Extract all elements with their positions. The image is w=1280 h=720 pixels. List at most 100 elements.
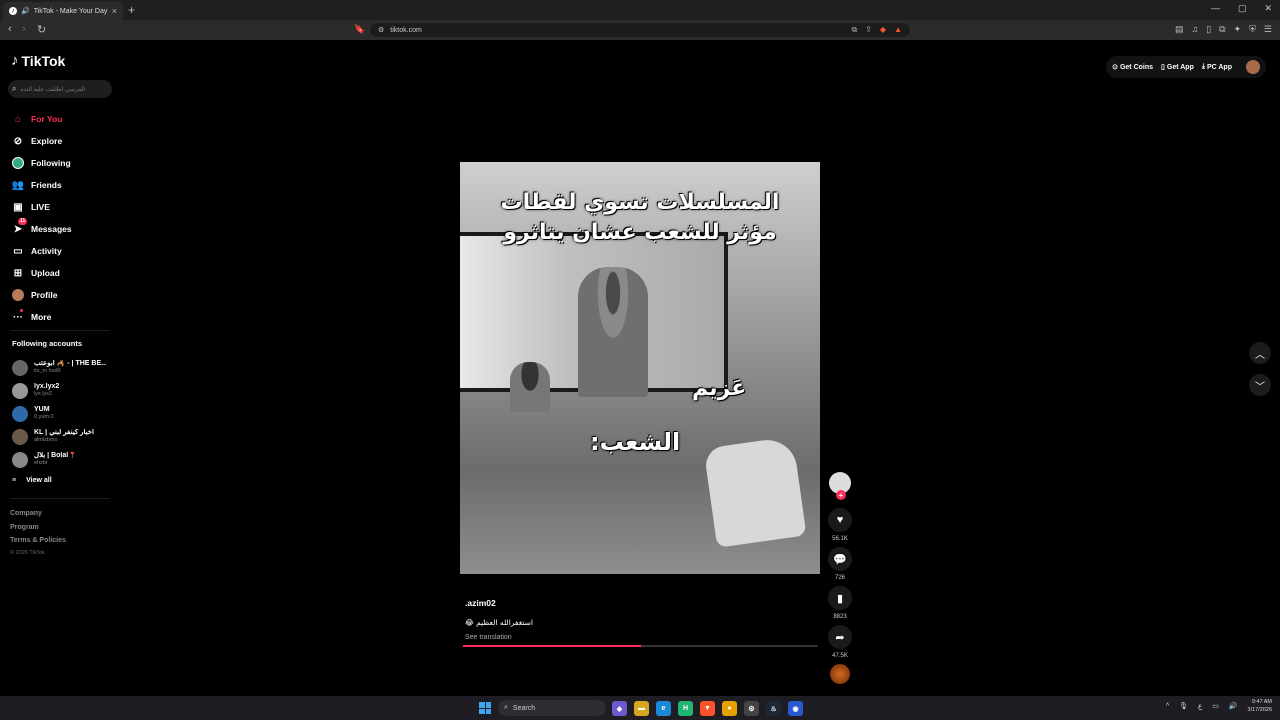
messages-badge: 11 [18,218,28,225]
avatar [12,382,28,399]
brave-shields-icon[interactable]: ◆ [880,25,886,35]
music-disc-icon[interactable] [830,664,850,684]
network-icon[interactable]: ▭ [1212,702,1219,710]
program-link[interactable]: Program [10,521,66,535]
account-username: its_m.hsd0 [34,368,61,374]
share-icon[interactable]: ⇪ [865,25,872,35]
list-item[interactable]: ابوعتب 🦂 - | THE BE... its_m.hsd0 [12,356,110,379]
video-player[interactable]: المسلسلات تسوي لقطات مؤثر للشعب عشان يتا… [460,162,820,574]
taskbar-apps: ◆ ▬ e H ▼ ● ⚙ ♨ ◉ [612,701,803,716]
sidebar-item-for-you[interactable]: ⌂ For You [12,108,112,130]
top-right-actions: ⊙ Get Coins ▯ Get App ⤓ PC App [1106,56,1266,78]
friends-icon: 👥 [11,179,25,191]
video-progress-bar[interactable] [463,645,818,647]
next-video-button[interactable]: ﹀ [1249,374,1271,396]
leo-icon[interactable]: ✦ [1234,24,1242,35]
volume-icon[interactable]: 🔊 [1229,702,1238,710]
like-button[interactable]: ♥ [828,508,852,532]
search-icon[interactable]: ⌕ [12,84,16,94]
minimize-icon[interactable]: — [1211,3,1220,14]
user-avatar[interactable] [1246,60,1260,74]
back-icon[interactable]: ‹ [8,23,12,35]
app-icon[interactable]: H [678,701,693,716]
close-tab-icon[interactable]: × [112,6,117,16]
video-username[interactable]: .azim02 [465,598,815,608]
search-placeholder: الفرسي اطلقت عليه النده [20,86,85,93]
clock[interactable]: 9:47 AM 3/17/2026 [1248,698,1272,714]
brave-icon[interactable]: ▼ [700,701,715,716]
view-all-button[interactable]: ≡ View all [12,475,110,485]
url-field[interactable]: ⚙ tiktok.com ⧉ ⇪ ◆ ▲ [370,23,910,37]
terms-link[interactable]: Terms & Policies [10,534,66,548]
get-coins-button[interactable]: ⊙ Get Coins [1112,63,1153,72]
menu-icon[interactable]: ☰ [1264,24,1272,35]
music-icon[interactable]: ♫ [1191,24,1198,35]
video-caption-bottom: الشعب: [590,428,681,456]
browser-tab[interactable]: ♪ 🔊 TikTok - Make Your Day × [3,2,123,20]
sidebar-icon[interactable]: ▯ [1206,24,1211,35]
search-input[interactable]: ⌕ الفرسي اطلقت عليه النده [8,80,112,98]
list-item[interactable]: lyx.lyx2 lyx.lyx2 [12,379,110,402]
file-explorer-icon[interactable]: ▬ [634,701,649,716]
get-app-button[interactable]: ▯ Get App [1161,63,1194,72]
save-button[interactable]: ▮ [828,586,852,610]
sidebar-item-explore[interactable]: ⊘ Explore [12,130,112,152]
settings-icon[interactable]: ⚙ [744,701,759,716]
sidebar-item-profile[interactable]: Profile [12,284,112,306]
sidebar-item-more[interactable]: ··· More [12,306,112,328]
taskbar-search[interactable]: ⌕ Search [498,700,606,716]
pc-app-button[interactable]: ⤓ PC App [1202,63,1232,71]
site-info-icon[interactable]: ⚙ [378,26,384,34]
video-figure [510,362,550,412]
bookmark-icon[interactable]: 🔖 [354,24,365,35]
upload-icon: ⊞ [13,267,23,279]
wallet-icon[interactable]: ▤ [1175,24,1184,35]
previous-video-button[interactable]: ︿ [1249,342,1271,364]
taskbar-search-label: Search [512,704,536,712]
list-item[interactable]: YUM 0.yum.0 [12,402,110,425]
account-name: YUM [34,406,50,413]
sidebar-item-messages[interactable]: ➤ 11 Messages [12,218,112,240]
reload-icon[interactable]: ↻ [37,23,46,36]
chevron-up-icon[interactable]: ^ [1166,703,1169,710]
list-item[interactable]: KL | أخبار كينفر لبني almlzbmo [12,425,110,448]
tiktok-favicon-icon: ♪ [9,7,17,15]
sidebar-item-live[interactable]: ▣ LIVE [12,196,112,218]
heart-icon: ♥ [836,514,844,526]
copilot-icon[interactable]: ◆ [612,701,627,716]
extensions-icon[interactable]: ⧉ [1219,24,1225,35]
media-icon[interactable]: ⧉ [852,25,858,35]
edge-icon[interactable]: e [656,701,671,716]
sidebar-item-activity[interactable]: ▭ Activity [12,240,112,262]
new-tab-button[interactable]: + [128,3,135,17]
tiktok-logo[interactable]: ♪ TikTok [11,52,65,69]
language-indicator[interactable]: ع [1198,702,1202,710]
account-username: ehzbr [34,460,48,466]
share-button[interactable]: ➦ [828,625,852,649]
sidebar-item-label: Activity [31,246,62,256]
sidebar-item-friends[interactable]: 👥 Friends [12,174,112,196]
windows-start-icon[interactable] [479,702,491,714]
chrome-icon[interactable]: ● [722,701,737,716]
sidebar-item-label: For You [31,114,63,124]
maximize-icon[interactable]: ▢ [1238,3,1247,14]
microphone-icon[interactable]: 🎙 [1179,702,1188,710]
company-link[interactable]: Company [10,507,66,521]
list-item[interactable]: بلال | Bolal📍 ehzbr [12,448,110,471]
sidebar-item-upload[interactable]: ⊞ Upload [12,262,112,284]
sidebar-item-following[interactable]: Following [12,152,112,174]
following-accounts-section: Following accounts ابوعتب 🦂 - | THE BE..… [12,339,110,485]
follow-plus-icon[interactable]: + [836,490,846,500]
steam-icon[interactable]: ♨ [766,701,781,716]
close-window-icon[interactable]: ✕ [1264,3,1272,14]
creator-avatar[interactable]: + [829,472,851,500]
forward-icon[interactable]: › [22,23,26,35]
brave-rewards-icon[interactable]: ▲ [894,25,902,35]
account-username: lyx.lyx2 [34,391,53,397]
sidebar-item-label: More [31,312,52,322]
app-icon[interactable]: ◉ [788,701,803,716]
see-translation-link[interactable]: See translation [465,634,815,641]
comment-button[interactable]: 💬 [828,547,852,571]
vpn-icon[interactable]: ⛨ [1249,24,1256,35]
chevron-up-icon: ︿ [1255,349,1265,361]
